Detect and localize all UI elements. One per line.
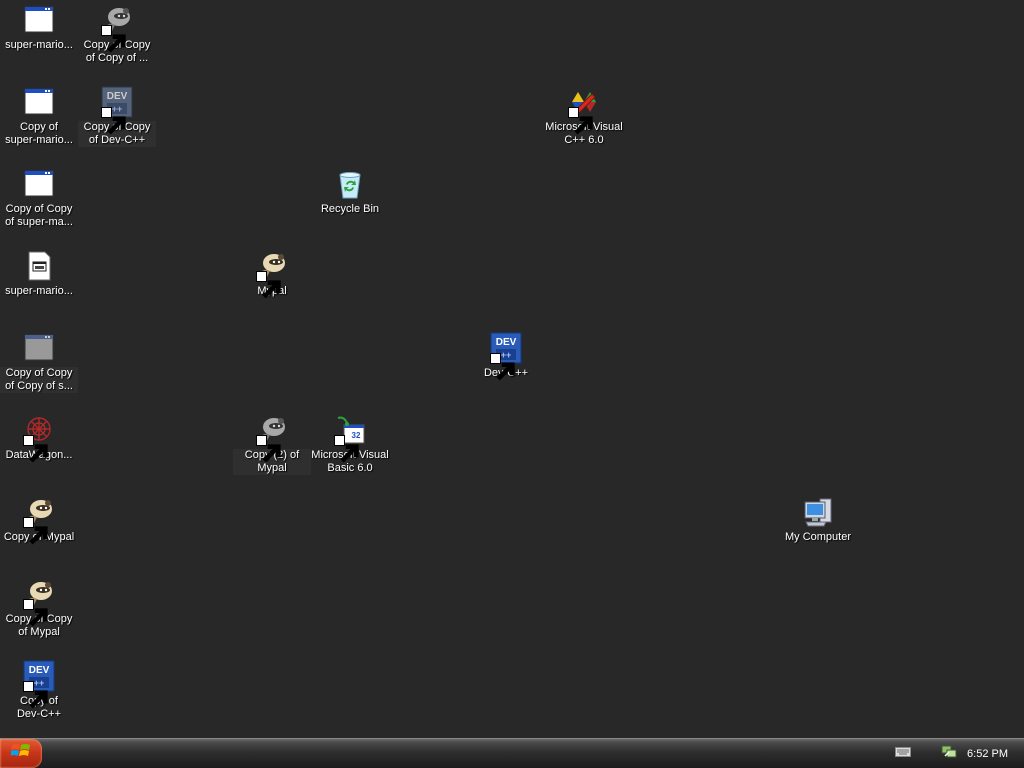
desktop-icon-super-mario-exe[interactable]: super-mario... (0, 250, 78, 298)
dev-cpp-icon: DEV ++ (101, 86, 133, 135)
desktop-icon-copy-of-copy-of-dev-cpp[interactable]: DEV ++ Copy of Copy of Dev-C++ (78, 86, 156, 147)
dev-cpp-icon: DEV ++ (23, 660, 55, 709)
desktop-icon-microsoft-visual-cpp[interactable]: Microsoft Visual C++ 6.0 (545, 86, 623, 147)
shortcut-arrow-icon (334, 435, 359, 463)
desktop-icon-mypal[interactable]: Mypal (233, 250, 311, 299)
window-app-icon (23, 168, 55, 200)
mypal-raccoon-icon (256, 250, 288, 299)
shortcut-arrow-icon (23, 681, 48, 709)
mypal-raccoon-icon (256, 414, 288, 463)
windows-logo-icon (10, 742, 31, 765)
icon-label: My Computer (784, 531, 852, 543)
datawagon-icon (23, 414, 55, 463)
desktop-icon-my-computer[interactable]: My Computer (779, 496, 857, 544)
desktop-icon-microsoft-visual-basic[interactable]: 32 Microsoft Visual Basic 6.0 (311, 414, 389, 475)
window-app-icon (23, 332, 55, 364)
desktop-icon-copy-of-dev-cpp[interactable]: DEV ++ Copy of Dev-C++ (0, 660, 78, 721)
desktop-icon-copy-of-super-mario[interactable]: Copy of super-mario... (0, 86, 78, 147)
icon-label: super-mario... (5, 39, 73, 51)
shortcut-arrow-icon (23, 517, 48, 545)
desktop-icon-copy-of-copy-of-copy-of-mypal[interactable]: Copy of Copy of Copy of ... (78, 4, 156, 65)
icon-label: super-mario... (5, 285, 73, 297)
exe-file-icon (23, 250, 55, 282)
desktop-icon-dev-cpp[interactable]: DEV ++ Dev-C++ (467, 332, 545, 381)
svg-text:DEV: DEV (496, 337, 517, 348)
shortcut-arrow-icon (568, 107, 593, 135)
mypal-raccoon-icon (101, 4, 133, 53)
recycle-bin-icon (334, 168, 366, 200)
desktop-icon-datawagon[interactable]: DataWagon... (0, 414, 78, 463)
desktop-icon-copy-of-mypal[interactable]: Copy of Mypal (0, 496, 78, 545)
keyboard-icon[interactable] (895, 745, 912, 763)
icon-label: Copy of Copy of super-ma... (5, 203, 73, 228)
visual-basic-icon: 32 (334, 414, 366, 463)
icon-label: Copy of super-mario... (5, 121, 73, 146)
svg-text:DEV: DEV (107, 91, 128, 102)
shortcut-arrow-icon (23, 435, 48, 463)
window-app-icon (23, 86, 55, 118)
window-app-icon (23, 4, 55, 36)
desktop-icon-copy-of-copy-of-copy-of-super-mario[interactable]: Copy of Copy of Copy of s... (0, 332, 78, 393)
clock[interactable]: 6:52 PM (967, 748, 1008, 760)
system-tray: 6:52 PM (874, 739, 1024, 768)
dev-cpp-icon: DEV ++ (490, 332, 522, 381)
start-button[interactable] (0, 739, 42, 768)
shortcut-arrow-icon (256, 271, 281, 299)
desktop-icon-copy-2-of-mypal[interactable]: Copy (2) of Mypal (233, 414, 311, 475)
shortcut-arrow-icon (256, 435, 281, 463)
desktop-icon-super-mario-1[interactable]: super-mario... (0, 4, 78, 52)
shortcut-arrow-icon (490, 353, 515, 381)
shortcut-arrow-icon (101, 25, 126, 53)
desktop-icon-recycle-bin[interactable]: Recycle Bin (311, 168, 389, 216)
desktop-icon-copy-of-copy-of-mypal[interactable]: Copy of Copy of Mypal (0, 578, 78, 639)
taskbar: 6:52 PM (0, 738, 1024, 768)
shortcut-arrow-icon (101, 107, 126, 135)
icon-label: Recycle Bin (320, 203, 380, 215)
shortcut-arrow-icon (23, 599, 48, 627)
my-computer-icon (802, 496, 834, 528)
mypal-raccoon-icon (23, 496, 55, 545)
mypal-raccoon-icon (23, 578, 55, 627)
visual-cpp-icon (568, 86, 600, 135)
network-icon[interactable] (941, 743, 957, 764)
icon-label: Copy of Copy of Copy of s... (0, 367, 78, 393)
svg-text:DEV: DEV (29, 665, 50, 676)
desktop-icon-copy-of-copy-of-super-mario[interactable]: Copy of Copy of super-ma... (0, 168, 78, 229)
